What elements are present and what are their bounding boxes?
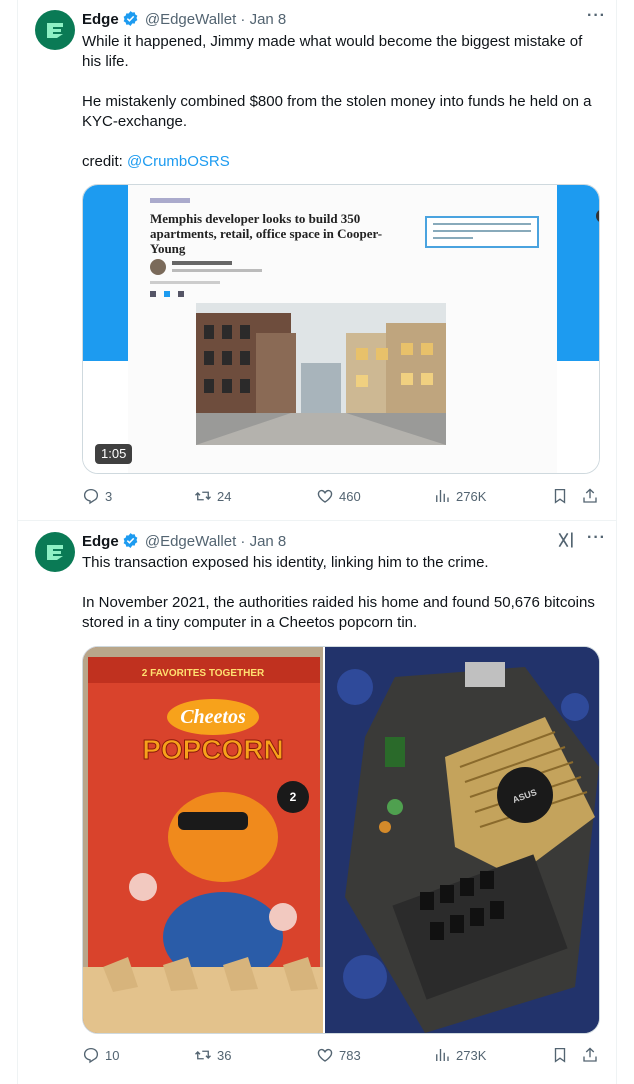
tweet-paragraph: He mistakenly combined $800 from the sto… [82,93,592,130]
tweet-header: Edge @EdgeWallet · Jan 8 ··· [82,529,606,554]
bookmark-icon [554,488,566,504]
views-button[interactable]: 276K [433,487,486,505]
tweet-header: Edge @EdgeWallet · Jan 8 ··· [82,7,606,32]
author-photo [150,259,166,275]
video-duration-badge: 1:05 [95,444,133,464]
edge-logo-icon [47,545,63,560]
author-name[interactable]: Edge [82,533,119,550]
tweet-paragraph: While it happened, Jimmy made what would… [82,33,583,70]
like-count: 460 [339,488,361,504]
byline-date [150,281,220,284]
like-button[interactable]: 783 [316,1046,361,1064]
share-glyph [178,291,184,297]
photo-popcorn-tin[interactable]: 2 FAVORITES TOGETHER Cheetos POPCORN 2 [83,647,323,1033]
share-button[interactable] [581,1046,599,1064]
heart-icon [317,489,333,503]
architectural-rendering [196,303,446,445]
motherboard-illustration: ASUS [325,647,599,1033]
article-screenshot: Memphis developer looks to build 350 apa… [128,185,599,473]
views-button[interactable]: 273K [433,1046,486,1064]
views-chart-icon [436,1049,449,1061]
reply-button[interactable]: 10 [82,1046,119,1064]
credit-label: credit: [82,153,128,170]
tweet-date[interactable]: · Jan 8 [240,11,286,28]
bookmark-icon [554,1047,566,1063]
article-tag [150,198,190,203]
edge-logo-icon [47,23,63,38]
share-glyph [150,291,156,297]
popcorn-tin-illustration: 2 FAVORITES TOGETHER Cheetos POPCORN 2 [83,647,323,1033]
video-border-left [83,185,128,361]
repost-icon [195,1050,211,1060]
reply-icon [83,488,99,505]
view-count: 273K [456,1047,487,1063]
reply-count: 3 [105,488,113,504]
reply-icon [83,1047,99,1064]
tweet-date[interactable]: · Jan 8 [240,533,286,550]
byline-text [172,261,232,265]
tweet-1[interactable]: Edge @EdgeWallet · Jan 8 ··· While it ha… [18,0,616,520]
bookmark-button[interactable] [551,487,569,505]
tin-band-text: 2 FAVORITES TOGETHER [142,668,265,679]
rendering-illustration [196,303,446,445]
share-button[interactable] [581,487,599,505]
tweet-paragraph: In November 2021, the authorities raided… [82,594,595,631]
like-button[interactable]: 460 [316,487,361,505]
photo-motherboard[interactable]: ASUS [325,647,599,1033]
repost-count: 36 [217,1047,232,1063]
tweet-actions: 10 36 783 273K [82,1046,602,1066]
reply-button[interactable]: 3 [82,487,112,505]
grok-icon[interactable] [556,530,576,550]
ad-box [425,216,539,248]
tweet-text: While it happened, Jimmy made what would… [82,32,602,172]
video-card[interactable]: Memphis developer looks to build 350 apa… [82,184,600,474]
like-count: 783 [339,1047,361,1063]
more-dots-icon[interactable]: ··· [587,528,606,548]
views-chart-icon [436,490,449,502]
author-handle[interactable]: @EdgeWallet [145,533,236,550]
more-dots-icon[interactable]: ··· [587,6,606,26]
share-icon [583,488,597,503]
author-handle[interactable]: @EdgeWallet [145,11,236,28]
article-headline: Memphis developer looks to build 350 apa… [150,211,383,256]
tin-product-text: POPCORN [142,734,284,765]
repost-button[interactable]: 36 [194,1046,231,1064]
heart-icon [317,1048,333,1062]
credit-line: credit: @CrumbOSRS [82,152,602,172]
tweet-paragraph: This transaction exposed his identity, l… [82,554,489,571]
reply-count: 10 [105,1047,120,1063]
share-glyph [164,291,170,297]
timeline-border-right [616,0,617,1084]
view-count: 276K [456,488,487,504]
share-icon [583,1047,597,1062]
verified-badge-icon [123,533,138,548]
credit-mention-link[interactable]: @CrumbOSRS [127,153,230,170]
svg-text:2: 2 [290,790,297,804]
verified-badge-icon [123,11,138,26]
byline-subtext [172,269,262,272]
tin-brand-text: Cheetos [180,706,246,728]
avatar[interactable] [35,532,75,572]
tweet-2[interactable]: Edge @EdgeWallet · Jan 8 ··· This transa… [18,521,616,1084]
video-border-right [557,185,599,361]
photo-grid[interactable]: 2 FAVORITES TOGETHER Cheetos POPCORN 2 A… [82,646,600,1034]
tweet-actions: 3 24 460 276K [82,487,602,507]
repost-count: 24 [217,488,232,504]
bookmark-button[interactable] [551,1046,569,1064]
repost-icon [195,491,211,501]
author-name[interactable]: Edge [82,11,119,28]
avatar[interactable] [35,10,75,50]
repost-button[interactable]: 24 [194,487,231,505]
tweet-text: This transaction exposed his identity, l… [82,553,602,633]
